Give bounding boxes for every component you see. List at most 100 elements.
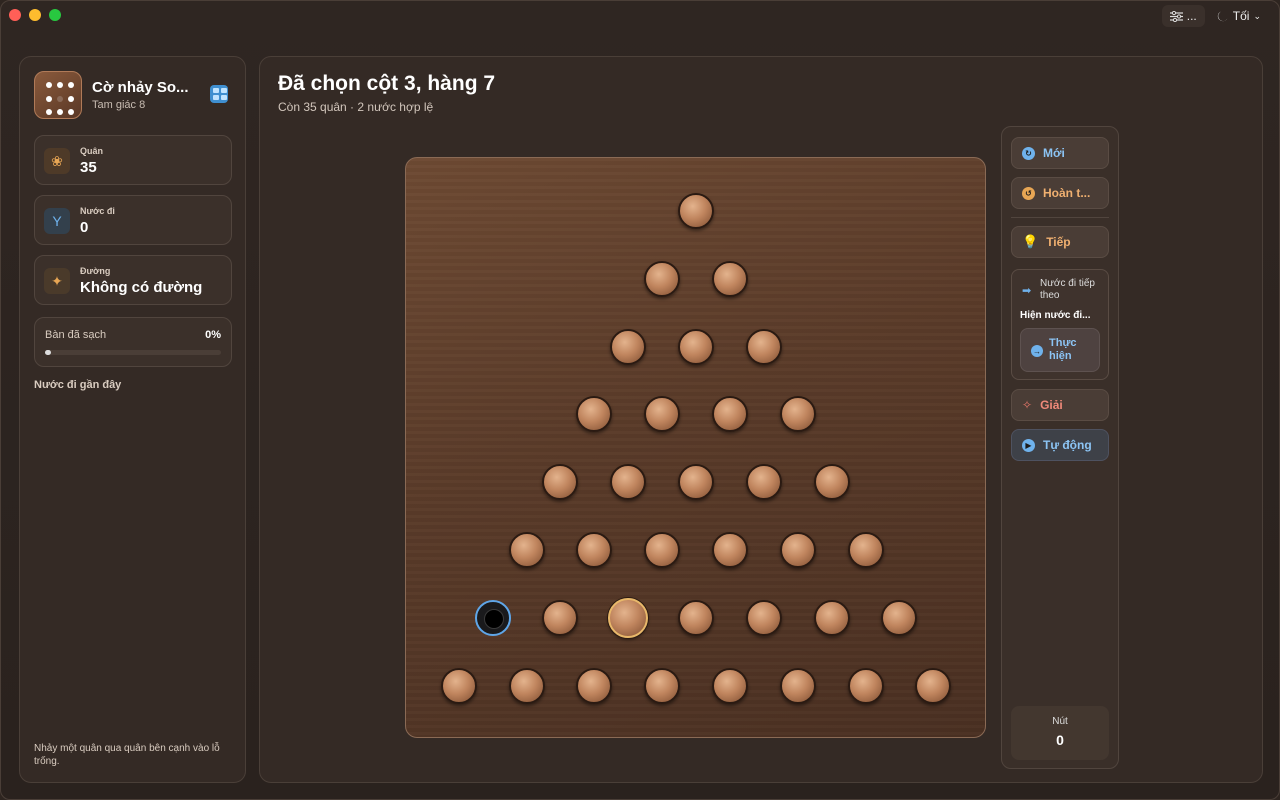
divider xyxy=(1011,217,1109,218)
peg[interactable] xyxy=(711,396,748,433)
next-move-title: Nước đi tiếp theo xyxy=(1040,278,1095,301)
hint-label: Tiếp xyxy=(1046,235,1071,249)
app-window: ... Tối ⌄ Cờ nhảy So... Tam giác 8 ❀ Quâ… xyxy=(0,0,1280,800)
peg[interactable] xyxy=(745,464,782,501)
peg[interactable] xyxy=(610,328,647,365)
sliders-icon xyxy=(1169,10,1183,22)
peg[interactable] xyxy=(644,260,681,297)
peg[interactable] xyxy=(440,667,477,704)
lightbulb-icon: 💡 xyxy=(1022,234,1039,249)
arrow-right-icon: → xyxy=(1031,345,1043,357)
peg[interactable] xyxy=(508,667,545,704)
empty-hole[interactable] xyxy=(474,599,511,636)
peg[interactable] xyxy=(779,667,816,704)
peg[interactable] xyxy=(779,396,816,433)
next-move-panel: ➡ Nước đi tiếp theo Hiện nước đi... → Th… xyxy=(1011,269,1109,380)
pegs-icon: ❀ xyxy=(44,148,70,174)
peg[interactable] xyxy=(542,599,579,636)
peg[interactable] xyxy=(576,396,613,433)
auto-label: Tự động xyxy=(1043,438,1092,452)
stat-card-moves: Y Nước đi 0 xyxy=(34,195,232,245)
stat-value: Không có đường xyxy=(80,279,203,296)
node-label: Nút xyxy=(1052,716,1068,727)
peg[interactable] xyxy=(711,260,748,297)
node-counter: Nút 0 xyxy=(1011,706,1109,760)
sidebar: Cờ nhảy So... Tam giác 8 ❀ Quân 35 Y Nướ… xyxy=(19,56,246,783)
auto-play-button[interactable]: ▶ Tự động xyxy=(1011,429,1109,461)
peg[interactable] xyxy=(813,599,850,636)
peg[interactable] xyxy=(542,464,579,501)
stat-label: Nước đi xyxy=(80,206,115,216)
stat-label: Đường xyxy=(80,266,111,276)
maximize-window-button[interactable] xyxy=(49,9,61,21)
peg[interactable] xyxy=(678,599,714,636)
peg[interactable] xyxy=(711,532,748,568)
progress-label: Bàn đã sạch xyxy=(45,329,107,341)
app-header: Cờ nhảy So... Tam giác 8 xyxy=(34,71,234,119)
peg[interactable] xyxy=(644,667,681,704)
peg[interactable] xyxy=(576,532,613,568)
selected-peg[interactable] xyxy=(608,597,649,638)
peg[interactable] xyxy=(745,599,782,636)
moon-icon xyxy=(1217,11,1228,22)
game-board xyxy=(405,157,986,738)
peg[interactable] xyxy=(678,193,714,229)
new-game-label: Mới xyxy=(1043,146,1065,160)
sparkles-icon: ✧ xyxy=(1022,398,1033,412)
refresh-icon: ↻ xyxy=(1022,146,1035,160)
undo-button[interactable]: ↺ Hoàn t... xyxy=(1011,177,1109,209)
undo-icon: ↺ xyxy=(1022,186,1035,200)
theme-label: Tối xyxy=(1232,9,1250,23)
settings-menu-button[interactable]: ... xyxy=(1161,5,1205,27)
stat-label: Quân xyxy=(80,146,104,156)
execute-move-button[interactable]: → Thực hiện xyxy=(1020,328,1100,372)
tool-panel: ↻ Mới ↺ Hoàn t... 💡 Tiếp ➡ Nước đi tiếp … xyxy=(1001,126,1119,769)
peg[interactable] xyxy=(915,667,952,704)
peg[interactable] xyxy=(610,464,647,501)
sparkle-icon: ✦ xyxy=(44,268,70,294)
theme-menu-button[interactable]: Tối ⌄ xyxy=(1211,5,1267,27)
peg[interactable] xyxy=(779,532,816,568)
recent-moves-heading: Nước đi gần đây xyxy=(34,379,122,391)
more-label: ... xyxy=(1186,9,1197,23)
app-logo-icon xyxy=(34,71,82,119)
grid-icon[interactable] xyxy=(210,85,228,103)
main-panel: Đã chọn cột 3, hàng 7 Còn 35 quân · 2 nư… xyxy=(259,56,1263,783)
stat-value: 35 xyxy=(80,159,97,176)
solve-label: Giải xyxy=(1040,398,1063,412)
progress-fill xyxy=(45,350,51,355)
board-cleared-progress: Bàn đã sạch 0% xyxy=(34,317,232,367)
page-subtitle: Còn 35 quân · 2 nước hợp lệ xyxy=(278,100,434,114)
solve-button[interactable]: ✧ Giải xyxy=(1011,389,1109,421)
peg[interactable] xyxy=(576,667,613,704)
chevron-down-icon: ⌄ xyxy=(1253,10,1261,21)
hint-text: Nhảy một quân qua quân bên cạnh vào lỗ t… xyxy=(34,743,220,767)
peg[interactable] xyxy=(847,667,884,704)
signpost-icon: ➡ xyxy=(1022,285,1032,297)
app-title: Cờ nhảy So... xyxy=(92,79,189,96)
minimize-window-button[interactable] xyxy=(29,9,41,21)
new-game-button[interactable]: ↻ Mới xyxy=(1011,137,1109,169)
branch-icon: Y xyxy=(44,208,70,234)
play-icon: ▶ xyxy=(1022,438,1035,452)
page-title: Đã chọn cột 3, hàng 7 xyxy=(278,72,496,95)
execute-label: Thực hiện xyxy=(1049,337,1077,362)
close-window-button[interactable] xyxy=(9,9,21,21)
peg[interactable] xyxy=(847,532,884,568)
stat-card-pegs: ❀ Quân 35 xyxy=(34,135,232,185)
peg[interactable] xyxy=(813,464,850,501)
hint-button[interactable]: 💡 Tiếp xyxy=(1011,226,1109,258)
peg[interactable] xyxy=(508,532,545,568)
titlebar-actions: ... Tối ⌄ xyxy=(1161,5,1267,27)
peg[interactable] xyxy=(644,396,681,433)
peg[interactable] xyxy=(644,532,681,568)
peg[interactable] xyxy=(678,464,714,501)
peg[interactable] xyxy=(745,328,782,365)
progress-percent: 0% xyxy=(205,329,221,341)
peg[interactable] xyxy=(678,328,714,365)
app-subtitle: Tam giác 8 xyxy=(92,99,146,111)
stat-value: 0 xyxy=(80,219,89,236)
peg[interactable] xyxy=(711,667,748,704)
show-next-move-link[interactable]: Hiện nước đi... xyxy=(1020,310,1090,321)
peg[interactable] xyxy=(881,599,918,636)
